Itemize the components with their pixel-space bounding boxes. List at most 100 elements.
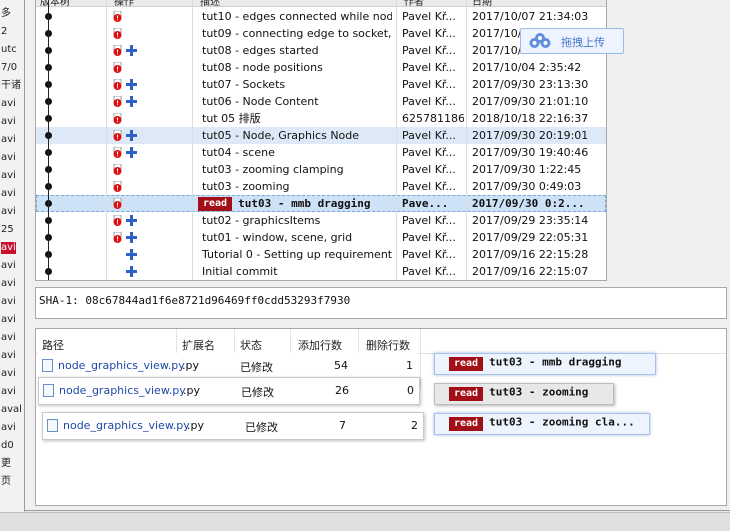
commit-row[interactable]: tut01 - window, scene, grid Pavel Kř... 20… [36,229,606,246]
added-plus-icon[interactable] [126,232,137,243]
read-tag: read [449,417,484,431]
commit-author: Pavel Kř... [402,95,456,108]
added-plus-icon[interactable] [126,147,137,158]
commit-row[interactable]: tut03 - zooming Pavel Kř... 2017/09/30 0:4… [36,178,606,195]
background-window-text: avi [1,98,16,109]
commit-date: 2017/09/30 0:49:03 [472,180,582,193]
header-date[interactable]: 日期 [472,0,492,8]
background-window-text: 2 [1,26,8,37]
file-deleted: 0 [407,384,414,397]
commit-description: tut01 - window, scene, grid [202,231,353,244]
file-added: 26 [335,384,349,397]
header-path[interactable]: 路径 [42,337,64,353]
commit-author: Pavel Kř... [402,146,456,159]
commit-author: Pavel Kř... [402,27,456,40]
commit-description: tut03 - zooming clamping [202,163,344,176]
commit-date: 2017/10/04 2:35:42 [472,61,582,74]
read-tag: read [198,197,233,211]
commit-row[interactable]: Tutorial 0 - Setting up requirements Pave… [36,246,606,263]
drag-preview-popup: read tut03 - zooming cla... [434,413,650,435]
commit-description: tut08 - edges started [202,44,319,57]
modified-warning-icon[interactable] [112,11,123,22]
commit-row[interactable]: tut08 - node positions Pavel Kř... 2017/10… [36,59,606,76]
commit-description: tut09 - connecting edge to socket, ... [202,27,392,40]
modified-warning-icon[interactable] [112,130,123,141]
upload-button[interactable]: 拖拽上传 [520,28,624,54]
modified-warning-icon[interactable] [112,45,123,56]
added-plus-icon[interactable] [126,96,137,107]
commit-row[interactable]: tut04 - scene Pavel Kř... 2017/09/30 19:40… [36,144,606,161]
file-path: node_graphics_view.py [58,359,185,372]
added-plus-icon[interactable] [126,249,137,260]
background-window-text: avi [1,368,16,379]
background-window-text: avi [1,170,16,181]
commit-row[interactable]: tut05 - Node, Graphics Node Pavel Kř... 20… [36,127,606,144]
background-window-text: avi [1,188,16,199]
modified-warning-icon[interactable] [112,181,123,192]
branch-graph [36,0,96,280]
commit-row[interactable]: tut02 - graphicsItems Pavel Kř... 2017/09/… [36,212,606,229]
modified-warning-icon[interactable] [112,28,123,39]
commit-row[interactable]: Initial commit Pavel Kř... 2017/09/16 22:1… [36,263,606,280]
commit-date: 2017/09/29 22:05:31 [472,231,589,244]
header-deleted[interactable]: 删除行数 [366,337,410,353]
git-log-window: 版本树 操作 描述 作者 日期 tut10 - edges connected … [24,0,730,511]
sha-text: SHA-1: 08c67844ad1f6e8721d96469ff0cdd532… [39,294,351,307]
commit-date: 2017/09/30 20:19:01 [472,129,589,142]
commit-row[interactable]: read tut03 - mmb dragging Pave... 2017/09/3… [36,195,606,212]
modified-warning-icon[interactable] [112,62,123,73]
commit-description: tut03 - zooming [202,180,290,193]
commit-date: 2017/09/30 21:01:10 [472,95,589,108]
commit-row[interactable]: tut 05 排版 625781186 2018/10/18 22:16:37 [36,110,606,127]
drag-preview-popup: read tut03 - zooming [434,383,614,405]
modified-warning-icon[interactable] [112,147,123,158]
background-window-text: 页 [1,476,11,487]
popup-text: tut03 - mmb dragging [489,355,622,369]
added-plus-icon[interactable] [126,79,137,90]
background-window-text: avi [1,152,16,163]
header-actions[interactable]: 操作 [114,0,134,8]
background-window-text: 干诸 [1,80,21,91]
background-window-text: avi [1,206,16,217]
commit-description: read tut03 - mmb dragging [198,195,388,212]
file-row[interactable]: node_graphics_view.py .py 已修改 54 1 [38,353,418,379]
modified-warning-icon[interactable] [112,215,123,226]
header-added[interactable]: 添加行数 [298,337,342,353]
commit-date: 2017/09/30 23:13:30 [472,78,589,91]
header-ext[interactable]: 扩展名 [182,337,215,353]
commit-author: Pavel Kř... [402,265,456,278]
header-author[interactable]: 作者 [404,0,424,8]
added-plus-icon[interactable] [126,215,137,226]
added-plus-icon[interactable] [126,130,137,141]
sha-field[interactable]: SHA-1: 08c67844ad1f6e8721d96469ff0cdd532… [35,287,727,319]
commit-row[interactable]: tut03 - zooming clamping Pavel Kř... 2017/… [36,161,606,178]
modified-warning-icon[interactable] [112,198,123,209]
added-plus-icon[interactable] [126,45,137,56]
file-added: 54 [334,359,348,372]
background-window-text: 7/0 [1,62,18,73]
modified-warning-icon[interactable] [112,164,123,175]
commit-row[interactable]: tut10 - edges connected while node... Pav… [36,8,606,25]
modified-warning-icon[interactable] [112,232,123,243]
file-ext: .py [187,419,204,432]
added-plus-icon[interactable] [126,266,137,277]
header-description[interactable]: 描述 [200,0,220,8]
header-status[interactable]: 状态 [240,337,262,353]
modified-warning-icon[interactable] [112,113,123,124]
file-row[interactable]: node_graphics_view.py .py 已修改 26 0 [38,377,420,405]
commit-description: Tutorial 0 - Setting up requirements [202,248,392,261]
modified-warning-icon[interactable] [112,96,123,107]
commit-list-header: 版本树 操作 描述 作者 日期 [36,0,606,8]
background-window-text: 25 [1,224,14,235]
commit-date: 2017/09/30 19:40:46 [472,146,589,159]
modified-warning-icon[interactable] [112,79,123,90]
commit-row[interactable]: tut06 - Node Content Pavel Kř... 2017/09/3… [36,93,606,110]
popup-text: tut03 - zooming [489,385,589,399]
commit-row[interactable]: tut07 - Sockets Pavel Kř... 2017/09/30 23:… [36,76,606,93]
background-window-text: avi [1,260,16,271]
commit-author: Pavel Kř... [402,231,456,244]
commit-date: 2017/09/16 22:15:28 [472,248,589,261]
background-window-text: avi [1,134,16,145]
column-separator [106,0,107,280]
file-row[interactable]: node_graphics_view.py .py 已修改 7 2 [42,412,424,440]
